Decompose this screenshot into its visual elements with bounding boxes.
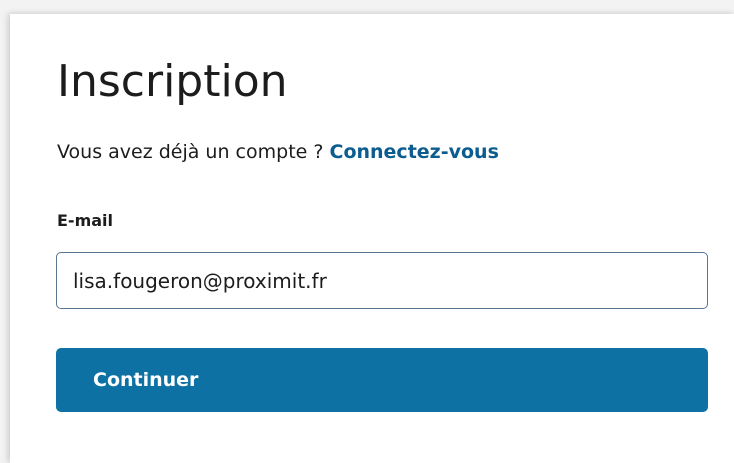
page-title: Inscription bbox=[57, 56, 288, 107]
login-link[interactable]: Connectez-vous bbox=[330, 141, 499, 163]
email-label: E-mail bbox=[57, 211, 114, 230]
continue-button[interactable]: Continuer bbox=[56, 348, 708, 412]
account-prompt-line: Vous avez déjà un compte ? Connectez-vou… bbox=[57, 141, 499, 163]
account-prompt-text: Vous avez déjà un compte ? bbox=[57, 141, 330, 163]
email-field[interactable] bbox=[56, 252, 708, 309]
signup-card: Inscription Vous avez déjà un compte ? C… bbox=[10, 14, 734, 463]
